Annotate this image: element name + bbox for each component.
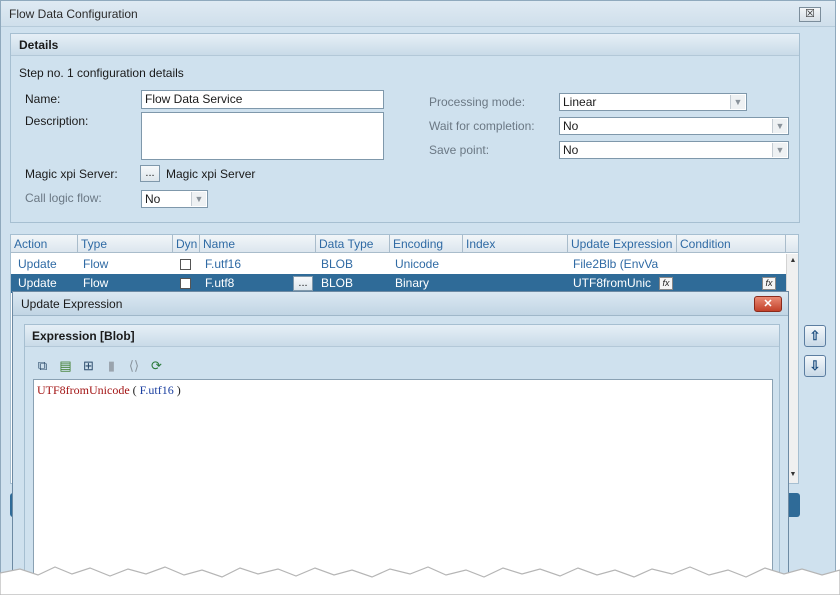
variables-icon[interactable]: ⊞ (80, 357, 97, 374)
name-field[interactable]: Flow Data Service (141, 90, 384, 109)
grid-header: Action Type Dyn Name Data Type Encoding … (11, 235, 798, 253)
cell-encoding: Unicode (395, 257, 440, 271)
name-label: Name: (25, 92, 61, 106)
move-down-button[interactable]: ⇩ (804, 355, 826, 377)
condition-fx-button[interactable]: fx (762, 277, 776, 290)
dyn-checkbox[interactable] (180, 278, 191, 289)
scroll-up-arrow-icon[interactable]: ▲ (788, 256, 798, 266)
processing-mode-select[interactable]: Linear ▼ (559, 93, 747, 111)
cell-data-type: BLOB (321, 257, 354, 271)
cell-update-expression: File2Blb (EnvVa (573, 257, 659, 271)
expression-argument: F.utf16 (139, 383, 174, 397)
column-header-data-type[interactable]: Data Type (316, 235, 390, 253)
expression-close-paren: ) (173, 383, 181, 397)
processing-mode-value: Linear (563, 95, 597, 109)
expression-editor-icon[interactable]: ⧉ (34, 357, 51, 374)
details-title: Details (19, 38, 59, 52)
cell-condition (677, 255, 777, 274)
call-logic-select[interactable]: No ▼ (141, 190, 208, 208)
column-header-dyn[interactable]: Dyn (173, 235, 200, 253)
brackets-icon[interactable]: ⟨⟩ (123, 357, 145, 374)
processing-mode-label: Processing mode: (429, 95, 526, 109)
expression-function: UTF8fromUnicode (37, 383, 130, 397)
server-value: Magic xpi Server (166, 167, 256, 181)
column-header-name[interactable]: Name (200, 235, 316, 253)
column-header-encoding[interactable]: Encoding (390, 235, 463, 253)
column-header-type[interactable]: Type (78, 235, 173, 253)
window-title: Flow Data Configuration (9, 7, 138, 21)
server-label: Magic xpi Server: (25, 167, 118, 181)
update-expression-fx-button[interactable]: fx (659, 277, 673, 290)
functions-icon[interactable]: ▤ (57, 357, 74, 374)
expression-text: UTF8fromUnicode ( F.utf16 ) (37, 383, 181, 398)
expression-title: Expression [Blob] (32, 329, 135, 343)
column-header-condition[interactable]: Condition (677, 235, 786, 253)
chevron-down-icon: ▼ (772, 143, 787, 157)
move-up-button[interactable]: ⇧ (804, 325, 826, 347)
call-logic-value: No (145, 192, 161, 206)
delete-icon[interactable]: ▮ (103, 357, 120, 374)
expression-header: Expression [Blob] (25, 325, 779, 347)
dialog-title: Update Expression (21, 297, 123, 311)
hidden-button-edge[interactable] (788, 493, 800, 517)
wait-value: No (563, 119, 579, 133)
dialog-title-bar: Update Expression ✕ (13, 292, 788, 316)
dialog-close-button[interactable]: ✕ (754, 296, 782, 312)
wait-select[interactable]: No ▼ (559, 117, 789, 135)
cell-action: Update (18, 257, 57, 271)
details-panel: Details Step no. 1 configuration details… (10, 33, 800, 223)
details-header: Details (11, 34, 799, 56)
update-expression-dialog: Update Expression ✕ Expression [Blob] ⧉ … (12, 291, 789, 586)
column-header-action[interactable]: Action (11, 235, 78, 253)
column-header-update-expression[interactable]: Update Expression (568, 235, 677, 253)
expression-panel: Expression [Blob] ⧉ ▤ ⊞ ▮ ⟨⟩ ⟳ UTF8fromU… (24, 324, 780, 585)
description-field[interactable] (141, 112, 384, 160)
cell-name: F.utf16 (205, 257, 242, 271)
dyn-checkbox[interactable] (180, 259, 191, 270)
cell-type: Flow (83, 257, 109, 271)
window-title-bar: Flow Data Configuration ☒ (1, 1, 835, 27)
table-row[interactable]: Update Flow F.utf16 BLOB Unicode File2Bl… (11, 255, 788, 274)
expression-open-paren: ( (129, 383, 140, 397)
server-browse-button[interactable]: ... (140, 165, 160, 182)
save-point-label: Save point: (429, 143, 490, 157)
save-point-select[interactable]: No ▼ (559, 141, 789, 159)
chevron-down-icon: ▼ (191, 192, 206, 206)
description-label: Description: (25, 114, 89, 128)
scroll-down-arrow-icon[interactable]: ▼ (788, 470, 798, 480)
wait-label: Wait for completion: (429, 119, 535, 133)
torn-edge-decoration (0, 566, 840, 595)
call-logic-label: Call logic flow: (25, 191, 102, 205)
chevron-down-icon: ▼ (730, 95, 745, 109)
verify-icon[interactable]: ⟳ (148, 357, 165, 374)
chevron-down-icon: ▼ (772, 119, 787, 133)
step-caption: Step no. 1 configuration details (19, 66, 184, 80)
window-close-button[interactable]: ☒ (799, 7, 821, 22)
cell-index (463, 255, 568, 274)
column-header-index[interactable]: Index (463, 235, 568, 253)
save-point-value: No (563, 143, 579, 157)
name-browse-button[interactable]: ... (293, 276, 313, 291)
